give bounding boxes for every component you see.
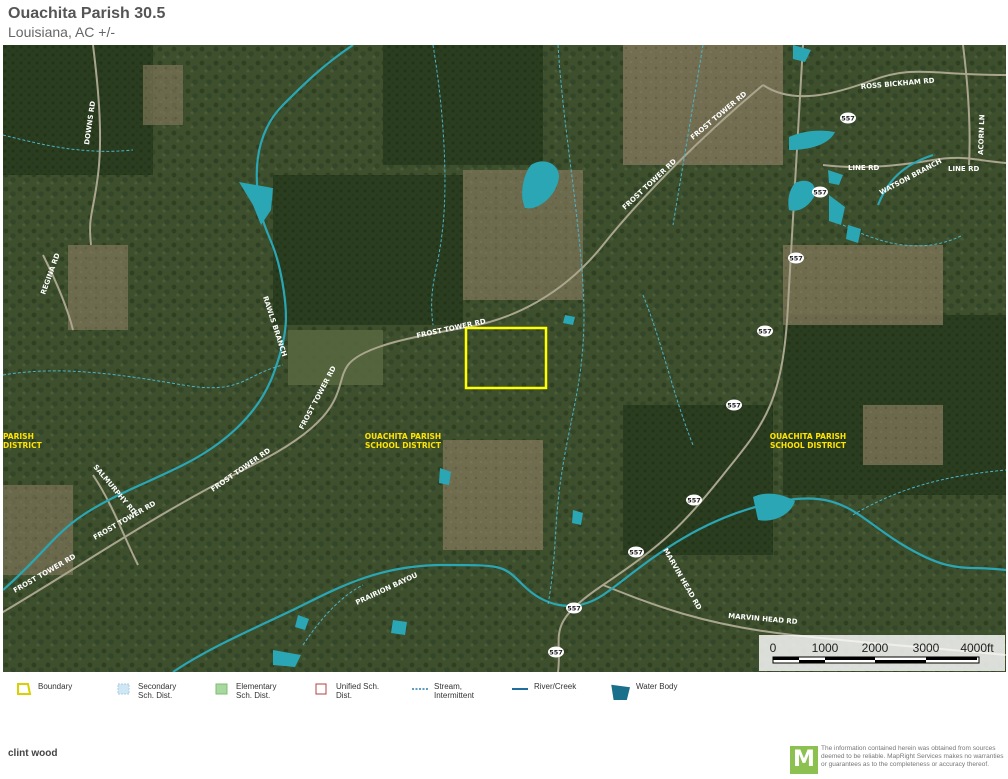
- legend-water-body: Water Body: [610, 682, 678, 700]
- legend-secondary-district: Secondary Sch. Dist.: [116, 682, 183, 700]
- svg-text:557: 557: [629, 549, 643, 557]
- pine-plantation: [273, 175, 463, 325]
- district-label: SCHOOL DISTRICT: [770, 441, 847, 450]
- svg-text:557: 557: [549, 649, 563, 657]
- open-field: [68, 245, 128, 330]
- open-field: [288, 330, 383, 385]
- open-field: [863, 405, 943, 465]
- svg-text:4000ft: 4000ft: [960, 641, 994, 655]
- legend-unified-district: Unified Sch. Dist.: [314, 682, 381, 700]
- road-label-line-rd: LINE RD: [948, 165, 980, 173]
- svg-text:557: 557: [758, 328, 772, 336]
- district-label: DISTRICT: [3, 441, 43, 450]
- map-canvas: DOWNS RD REGINA RD RAWLS BRANCH FROST TO…: [3, 45, 1006, 672]
- highway-shield: 557: [548, 646, 564, 658]
- elementary-district-icon: [215, 683, 228, 695]
- highway-shield: 557: [812, 186, 828, 198]
- highway-shield: 557: [628, 546, 644, 558]
- boundary-icon: [17, 683, 32, 695]
- svg-text:1000: 1000: [812, 641, 839, 655]
- svg-text:3000: 3000: [913, 641, 940, 655]
- district-label: OUACHITA PARISH: [365, 432, 441, 441]
- disclaimer-text: The information contained herein was obt…: [821, 745, 1004, 768]
- scale-bar-graphic: 0 1000 2000 3000 4000ft: [770, 641, 994, 664]
- pine-plantation: [623, 405, 773, 555]
- road-label-line-rd: LINE RD: [848, 164, 880, 172]
- water-body-icon: [611, 684, 630, 700]
- svg-text:2000: 2000: [862, 641, 889, 655]
- svg-text:557: 557: [567, 605, 581, 613]
- svg-text:557: 557: [789, 255, 803, 263]
- district-label: OUACHITA PARISH: [770, 432, 846, 441]
- highway-shield: 557: [757, 325, 773, 337]
- open-field: [783, 245, 943, 325]
- highway-shield: 557: [788, 252, 804, 264]
- open-field: [443, 440, 543, 550]
- river-icon: [512, 688, 528, 690]
- stream-icon: [412, 688, 428, 690]
- svg-text:0: 0: [770, 641, 777, 655]
- svg-text:557: 557: [727, 402, 741, 410]
- district-label: PARISH: [3, 432, 34, 441]
- map-subtitle: Louisiana, AC +/-: [8, 24, 116, 40]
- svg-text:557: 557: [813, 189, 827, 197]
- svg-text:557: 557: [841, 115, 855, 123]
- mapright-logo: M: [790, 746, 818, 774]
- svg-text:557: 557: [687, 497, 701, 505]
- highway-shield: 557: [840, 112, 856, 124]
- open-field: [623, 45, 783, 165]
- highway-shield: 557: [686, 494, 702, 506]
- aerial-map[interactable]: DOWNS RD REGINA RD RAWLS BRANCH FROST TO…: [3, 45, 1006, 672]
- scale-bar: 0 1000 2000 3000 4000ft: [759, 635, 1005, 671]
- legend-river: River/Creek: [512, 682, 576, 696]
- highway-shield: 557: [566, 602, 582, 614]
- highway-shield: 557: [726, 399, 742, 411]
- legend-boundary: Boundary: [16, 682, 72, 696]
- map-title: Ouachita Parish 30.5: [8, 5, 166, 22]
- pine-plantation: [383, 45, 543, 165]
- author-name: clint wood: [8, 748, 58, 759]
- district-label: SCHOOL DISTRICT: [365, 441, 442, 450]
- road-label-acorn-ln: ACORN LN: [977, 114, 986, 155]
- pine-plantation: [3, 45, 153, 175]
- legend-stream: Stream, Intermittent: [412, 682, 484, 700]
- unified-district-icon: [315, 683, 327, 695]
- open-field: [143, 65, 183, 125]
- legend-elementary-district: Elementary Sch. Dist.: [214, 682, 281, 700]
- secondary-district-icon: [117, 683, 130, 695]
